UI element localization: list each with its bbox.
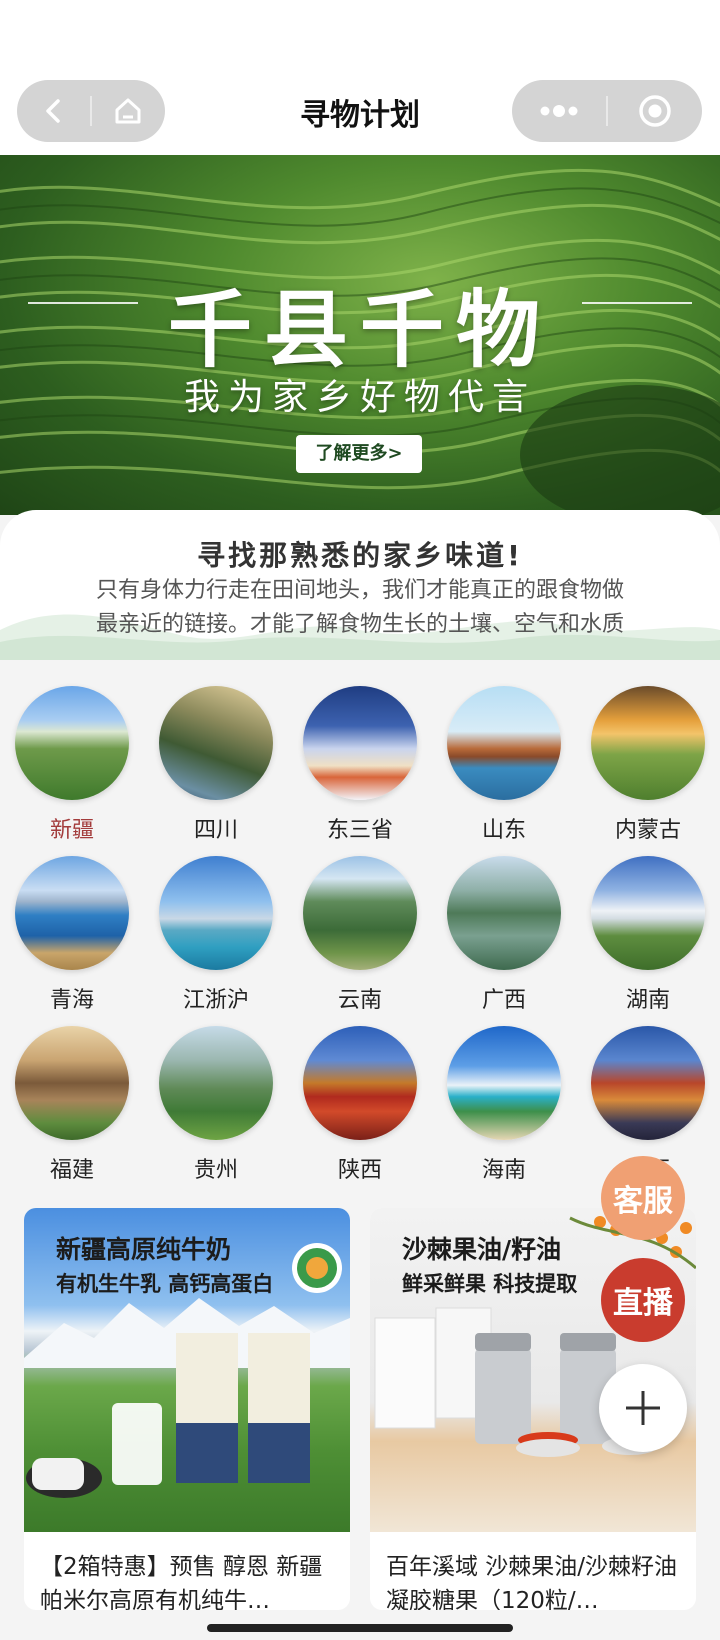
region-item-jiangzhehu[interactable]: 江浙沪 — [151, 856, 281, 1013]
chevron-left-icon — [45, 99, 60, 123]
add-button[interactable] — [599, 1364, 687, 1452]
hero-banner[interactable]: 千县千物 我为家乡好物代言 了解更多> — [0, 155, 720, 515]
region-photo — [591, 856, 705, 970]
top-nav-bar: 寻物计划 — [0, 0, 720, 155]
region-label: 贵州 — [193, 1158, 238, 1183]
home-icon — [115, 98, 141, 124]
region-label: 福建 — [49, 1158, 94, 1183]
product-banner-subtitle: 有机生牛乳 高钙高蛋白 — [56, 1272, 274, 1296]
region-photo — [159, 1026, 273, 1140]
target-circle-icon — [639, 95, 671, 127]
region-photo — [447, 856, 561, 970]
product-card-milk[interactable]: 新疆高原纯牛奶 有机生牛乳 高钙高蛋白 【2箱特惠】预售 醇恩 新疆帕米尔高原有… — [24, 1208, 350, 1610]
region-photo — [159, 686, 273, 800]
region-item-xinjiang[interactable]: 新疆 — [7, 686, 137, 843]
intro-text-line: 只有身体力行走在田间地头，我们才能真正的跟食物做 — [95, 578, 624, 603]
product-banner-subtitle: 鲜采鲜果 科技提取 — [402, 1272, 578, 1296]
region-item-hainan[interactable]: 海南 — [439, 1026, 569, 1183]
region-photo — [303, 856, 417, 970]
region-item-shandong[interactable]: 山东 — [439, 686, 569, 843]
intro-title: 寻找那熟悉的家乡味道! — [197, 539, 523, 572]
region-item-shaanxi[interactable]: 陕西 — [295, 1026, 425, 1183]
region-photo — [159, 856, 273, 970]
plus-icon — [626, 1391, 660, 1425]
hero-title: 千县千物 — [167, 281, 552, 379]
region-item-guangxi[interactable]: 广西 — [439, 856, 569, 1013]
region-label: 海南 — [481, 1158, 526, 1183]
region-label: 云南 — [337, 988, 382, 1013]
region-label: 广西 — [481, 988, 526, 1013]
region-photo — [591, 1026, 705, 1140]
region-photo — [15, 856, 129, 970]
region-photo — [15, 1026, 129, 1140]
home-button[interactable] — [92, 80, 165, 142]
region-item-qinghai[interactable]: 青海 — [7, 856, 137, 1013]
product-image-milk: 新疆高原纯牛奶 有机生牛乳 高钙高蛋白 — [24, 1208, 350, 1532]
close-miniapp-button[interactable] — [608, 80, 702, 142]
region-label: 江浙沪 — [182, 988, 249, 1013]
region-item-fujian[interactable]: 福建 — [7, 1026, 137, 1183]
region-item-neimenggu[interactable]: 内蒙古 — [583, 686, 713, 843]
learn-more-button[interactable]: 了解更多> — [296, 435, 422, 473]
region-photo — [15, 686, 129, 800]
region-photo — [591, 686, 705, 800]
region-label: 青海 — [49, 988, 94, 1013]
region-label: 陕西 — [337, 1158, 382, 1183]
region-label: 新疆 — [49, 818, 94, 843]
region-item-yunnan[interactable]: 云南 — [295, 856, 425, 1013]
region-label: 内蒙古 — [614, 818, 681, 843]
region-label: 四川 — [193, 818, 238, 843]
hero-subtitle: 我为家乡好物代言 — [183, 377, 536, 418]
region-item-dongsansheng[interactable]: 东三省 — [295, 686, 425, 843]
product-name: 百年溪域 沙棘果油/沙棘籽油 凝胶糖果（120粒/… — [386, 1554, 678, 1610]
product-banner-title: 沙棘果油/籽油 — [402, 1235, 562, 1264]
more-button[interactable] — [512, 80, 606, 142]
more-dots-icon — [540, 105, 578, 117]
customer-service-button[interactable]: 客服 — [601, 1156, 685, 1240]
region-photo — [303, 1026, 417, 1140]
region-photo — [447, 1026, 561, 1140]
region-label: 东三省 — [326, 818, 393, 843]
region-item-hunan[interactable]: 湖南 — [583, 856, 713, 1013]
region-photo — [447, 686, 561, 800]
back-button[interactable] — [17, 80, 90, 142]
nav-left-capsule — [17, 80, 165, 142]
region-item-guizhou[interactable]: 贵州 — [151, 1026, 281, 1183]
intro-text-line: 最亲近的链接。才能了解食物生长的土壤、空气和水质 — [95, 612, 624, 637]
intro-card: 寻找那熟悉的家乡味道! 只有身体力行走在田间地头，我们才能真正的跟食物做 最亲近… — [0, 510, 720, 660]
nav-right-capsule — [512, 80, 702, 142]
home-indicator — [207, 1624, 513, 1632]
region-item-jiangxi[interactable]: 江西 — [583, 1026, 713, 1183]
product-name: 【2箱特惠】预售 醇恩 新疆帕米尔高原有机纯牛… — [40, 1554, 323, 1610]
region-item-sichuan[interactable]: 四川 — [151, 686, 281, 843]
region-label: 山东 — [481, 818, 526, 843]
live-stream-button[interactable]: 直播 — [601, 1258, 685, 1342]
region-label: 湖南 — [625, 988, 670, 1013]
region-photo — [303, 686, 417, 800]
product-banner-title: 新疆高原纯牛奶 — [56, 1235, 232, 1264]
